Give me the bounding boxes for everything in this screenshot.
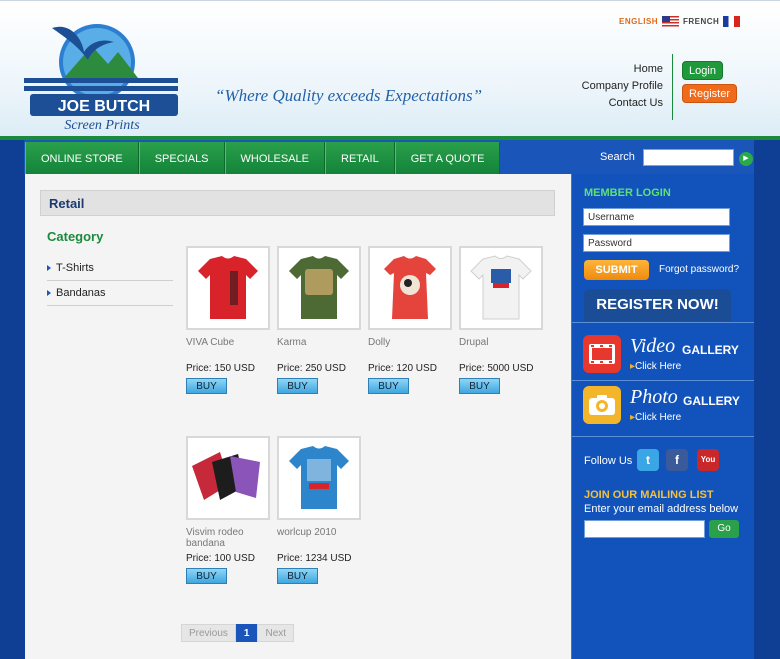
nav-retail[interactable]: RETAIL — [325, 142, 395, 174]
main-nav: ONLINE STORE SPECIALS WHOLESALE RETAIL G… — [25, 142, 501, 174]
lang-english-label: ENGLISH — [619, 17, 659, 26]
submit-button[interactable]: SUBMIT — [584, 260, 649, 280]
left-gutter — [0, 140, 24, 659]
product-price: Price: 1234 USD — [277, 553, 352, 564]
site-logo[interactable]: JOE BUTCH Screen Prints — [22, 16, 182, 134]
video-gallery-title: Video — [630, 335, 676, 357]
film-icon — [583, 335, 621, 373]
product-price: Price: 5000 USD — [459, 363, 534, 374]
category-tshirts[interactable]: T-Shirts — [47, 256, 173, 281]
product-card: Drupal Price: 5000 USD BUY — [459, 246, 543, 394]
email-field[interactable] — [584, 520, 705, 538]
product-image[interactable] — [277, 436, 361, 520]
product-name[interactable]: VIVA Cube — [186, 337, 270, 360]
product-price: Price: 150 USD — [186, 363, 255, 374]
product-price: Price: 100 USD — [186, 553, 255, 564]
product-card: Visvim rodeo bandana Price: 100 USD BUY — [186, 436, 270, 584]
sidebar-divider — [572, 380, 754, 381]
nav-specials[interactable]: SPECIALS — [138, 142, 225, 174]
mailing-list-subtitle: Enter your email address below — [584, 503, 739, 515]
category-list: T-Shirts Bandanas — [47, 256, 173, 306]
pager-page-1[interactable]: 1 — [235, 624, 258, 642]
product-card: VIVA Cube Price: 150 USD BUY — [186, 246, 270, 394]
member-login-title: MEMBER LOGIN — [584, 187, 671, 199]
nav-online-store[interactable]: ONLINE STORE — [25, 142, 139, 174]
sidebar-divider — [572, 436, 754, 437]
photo-gallery-title: Photo — [630, 386, 678, 408]
youtube-icon[interactable]: You — [697, 449, 719, 471]
buy-button[interactable]: BUY — [368, 378, 409, 394]
photo-gallery[interactable]: Photo GALLERY Click Here — [583, 386, 743, 426]
login-button[interactable]: Login — [682, 61, 723, 80]
us-flag-icon — [662, 16, 680, 27]
video-click-here[interactable]: Click Here — [630, 361, 681, 372]
top-links: Home Company Profile Contact Us — [582, 61, 663, 112]
video-gallery-label: GALLERY — [682, 343, 739, 357]
video-gallery[interactable]: Video GALLERY Click Here — [583, 335, 743, 375]
nav-get-a-quote[interactable]: GET A QUOTE — [394, 142, 501, 174]
product-image[interactable] — [277, 246, 361, 330]
lang-french-label: FRENCH — [683, 17, 720, 26]
product-price: Price: 120 USD — [368, 363, 437, 374]
france-flag-icon — [723, 16, 741, 27]
search-go-button[interactable]: ▶ — [739, 152, 753, 166]
register-button[interactable]: Register — [682, 84, 737, 103]
buy-button[interactable]: BUY — [186, 568, 227, 584]
product-image[interactable] — [368, 246, 452, 330]
search-input[interactable] — [643, 149, 734, 166]
product-price: Price: 250 USD — [277, 363, 346, 374]
category-bandanas[interactable]: Bandanas — [47, 281, 173, 306]
product-name[interactable]: Karma — [277, 337, 361, 360]
photo-click-here[interactable]: Click Here — [630, 412, 681, 423]
facebook-icon[interactable]: f — [666, 449, 688, 471]
category-title: Category — [47, 229, 104, 244]
product-card: Karma Price: 250 USD BUY — [277, 246, 361, 394]
pager-previous[interactable]: Previous — [181, 624, 236, 642]
contact-us-link[interactable]: Contact Us — [582, 95, 663, 112]
password-field[interactable] — [583, 234, 730, 252]
forgot-password-link[interactable]: Forgot password? — [659, 264, 739, 275]
photo-gallery-label: GALLERY — [683, 394, 740, 408]
product-name[interactable]: Drupal — [459, 337, 543, 360]
follow-us-label: Follow Us — [584, 455, 633, 467]
product-image[interactable] — [186, 246, 270, 330]
mailing-list-title: JOIN OUR MAILING LIST — [584, 489, 714, 501]
product-image[interactable] — [459, 246, 543, 330]
tagline: “Where Quality exceeds Expectations” — [215, 86, 483, 105]
pagination: Previous 1 Next — [181, 624, 295, 642]
product-name[interactable]: Visvim rodeo bandana — [186, 527, 270, 550]
header-separator — [672, 54, 673, 120]
username-field[interactable] — [583, 208, 730, 226]
twitter-icon[interactable]: t — [637, 449, 659, 471]
buy-button[interactable]: BUY — [277, 568, 318, 584]
sidebar-divider — [572, 322, 754, 323]
home-link[interactable]: Home — [582, 61, 663, 78]
company-profile-link[interactable]: Company Profile — [582, 78, 663, 95]
product-name[interactable]: worlcup 2010 — [277, 527, 361, 550]
lang-french[interactable]: FRENCH — [683, 16, 741, 27]
right-gutter — [754, 140, 780, 659]
buy-button[interactable]: BUY — [459, 378, 500, 394]
camera-icon — [583, 386, 621, 424]
logo-subtitle: Screen Prints — [64, 118, 140, 133]
product-name[interactable]: Dolly — [368, 337, 452, 360]
logo-brand: JOE BUTCH — [58, 98, 150, 115]
search-label: Search — [600, 151, 635, 163]
register-now-button[interactable]: REGISTER NOW! — [584, 289, 731, 321]
buy-button[interactable]: BUY — [277, 378, 318, 394]
product-image[interactable] — [186, 436, 270, 520]
buy-button[interactable]: BUY — [186, 378, 227, 394]
product-card: Dolly Price: 120 USD BUY — [368, 246, 452, 394]
product-card: worlcup 2010 Price: 1234 USD BUY — [277, 436, 361, 584]
page-title: Retail — [40, 190, 555, 216]
pager-next[interactable]: Next — [257, 624, 295, 642]
lang-english[interactable]: ENGLISH — [619, 16, 680, 27]
nav-wholesale[interactable]: WHOLESALE — [224, 142, 325, 174]
mailing-go-button[interactable]: Go — [709, 520, 739, 538]
